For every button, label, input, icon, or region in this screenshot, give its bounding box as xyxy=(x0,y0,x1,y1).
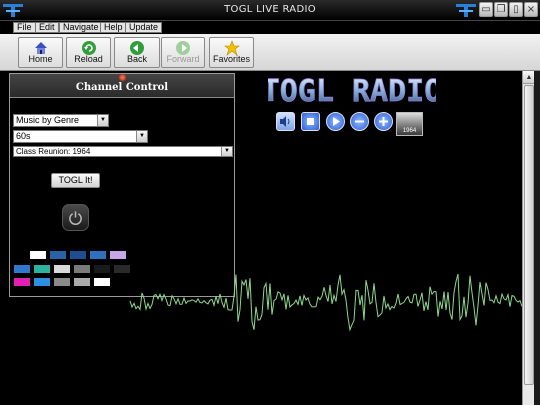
logo-text: TOGL RADIO xyxy=(268,74,436,109)
minimize-button[interactable]: ▭ xyxy=(479,2,493,17)
audio-waveform xyxy=(129,273,522,332)
chevron-down-icon: ▼ xyxy=(97,115,108,126)
genre-select[interactable]: 60s ▼ xyxy=(13,130,148,143)
togl-logo-icon xyxy=(456,4,476,17)
play-icon xyxy=(333,117,340,126)
reload-button[interactable]: Reload xyxy=(66,37,111,68)
power-button[interactable] xyxy=(62,204,89,231)
menu-help[interactable]: Help xyxy=(100,22,127,33)
minus-icon xyxy=(355,120,364,123)
panel-title: Channel Control xyxy=(75,82,169,93)
favorites-button[interactable]: Favorites xyxy=(209,37,254,68)
back-label: Back xyxy=(126,54,147,64)
favorites-label: Favorites xyxy=(212,54,250,64)
vertical-scrollbar[interactable]: ▲ xyxy=(522,71,535,405)
gem-icon xyxy=(119,74,126,81)
scroll-thumb[interactable] xyxy=(524,85,534,385)
plus-icon xyxy=(379,117,388,126)
chevron-down-icon: ▼ xyxy=(221,147,232,156)
toolbar: Home Reload Back Forward Favorites xyxy=(0,34,540,71)
stop-button[interactable] xyxy=(301,112,320,131)
window-frame xyxy=(534,71,540,405)
album-art: 1964 xyxy=(396,112,423,136)
genre-select-value: 60s xyxy=(16,131,31,141)
power-icon xyxy=(69,211,82,225)
close-button[interactable]: × xyxy=(524,2,538,17)
app-window: TOGL LIVE RADIO ▭ ❐ ▯ × File Edit Naviga… xyxy=(0,0,540,405)
content-area: Channel Control Music by Genre ▼ 60s ▼ C… xyxy=(6,71,522,405)
play-button[interactable] xyxy=(326,112,345,131)
home-label: Home xyxy=(28,54,53,64)
menu-file[interactable]: File xyxy=(13,22,36,33)
restore-button[interactable]: ❐ xyxy=(494,2,508,17)
back-button[interactable]: Back xyxy=(114,37,160,68)
stop-icon xyxy=(307,118,314,125)
forward-button[interactable]: Forward xyxy=(161,37,205,68)
maximize-button[interactable]: ▯ xyxy=(509,2,523,17)
mode-select[interactable]: Music by Genre ▼ xyxy=(13,114,109,127)
menu-update[interactable]: Update xyxy=(125,22,163,33)
channel-select[interactable]: Class Reunion: 1964 ▼ xyxy=(13,146,233,157)
menu-bar: File Edit Navigate Help Update xyxy=(0,21,540,34)
volume-down-button[interactable] xyxy=(350,112,369,131)
home-button[interactable]: Home xyxy=(18,37,63,68)
volume-button[interactable] xyxy=(276,112,295,131)
togl-radio-logo: TOGL RADIO xyxy=(268,74,436,110)
forward-label: Forward xyxy=(166,54,200,64)
menu-edit[interactable]: Edit xyxy=(35,22,59,33)
speaker-icon xyxy=(280,116,290,127)
title-bar[interactable]: TOGL LIVE RADIO ▭ ❐ ▯ × xyxy=(0,0,540,21)
menu-navigate[interactable]: Navigate xyxy=(59,22,103,33)
volume-up-button[interactable] xyxy=(374,112,393,131)
togl-it-button[interactable]: TOGL It! xyxy=(51,173,100,188)
panel-header: Channel Control xyxy=(10,74,234,98)
chevron-down-icon: ▼ xyxy=(136,131,147,142)
album-art-caption: 1964 xyxy=(402,128,417,134)
mode-select-value: Music by Genre xyxy=(16,115,80,125)
channel-select-value: Class Reunion: 1964 xyxy=(16,147,91,156)
waveform-line xyxy=(129,273,522,332)
reload-label: Reload xyxy=(74,54,103,64)
